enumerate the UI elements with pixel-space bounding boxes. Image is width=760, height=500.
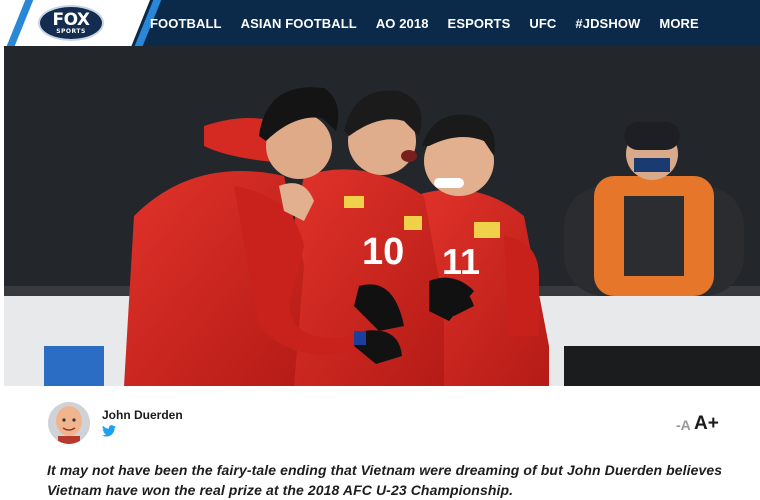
logo-sub-text: SPORTS [56, 27, 86, 35]
increase-font-button[interactable]: A+ [694, 413, 719, 435]
logo-main-text: FOX [52, 9, 90, 30]
menu-item-jdshow[interactable]: #JDSHOW [575, 16, 640, 31]
decrease-font-button[interactable]: -A [676, 417, 691, 433]
menu-item-football[interactable]: FOOTBALL [150, 16, 222, 31]
hero-photo: 11 10 [4, 46, 760, 386]
author-avatar-image [48, 402, 90, 444]
author-name[interactable]: John Duerden [102, 408, 183, 422]
avatar[interactable] [48, 402, 90, 444]
main-menu: FOOTBALL ASIAN FOOTBALL AO 2018 ESPORTS … [150, 0, 718, 46]
top-navigation: FOX SPORTS FOOTBALL ASIAN FOOTBALL AO 20… [0, 0, 760, 46]
twitter-icon[interactable] [102, 424, 116, 437]
article-intro: It may not have been the fairy-tale endi… [47, 462, 723, 498]
menu-item-ufc[interactable]: UFC [529, 16, 556, 31]
menu-item-ao-2018[interactable]: AO 2018 [376, 16, 429, 31]
jersey-number-11: 11 [442, 241, 480, 282]
menu-item-asian-football[interactable]: ASIAN FOOTBALL [241, 16, 357, 31]
menu-item-esports[interactable]: ESPORTS [448, 16, 511, 31]
hero-illustration: 11 10 [4, 46, 760, 386]
menu-item-more[interactable]: MORE [659, 16, 698, 31]
jersey-number-10: 10 [362, 231, 404, 273]
fox-sports-logo[interactable]: FOX SPORTS [38, 5, 104, 41]
